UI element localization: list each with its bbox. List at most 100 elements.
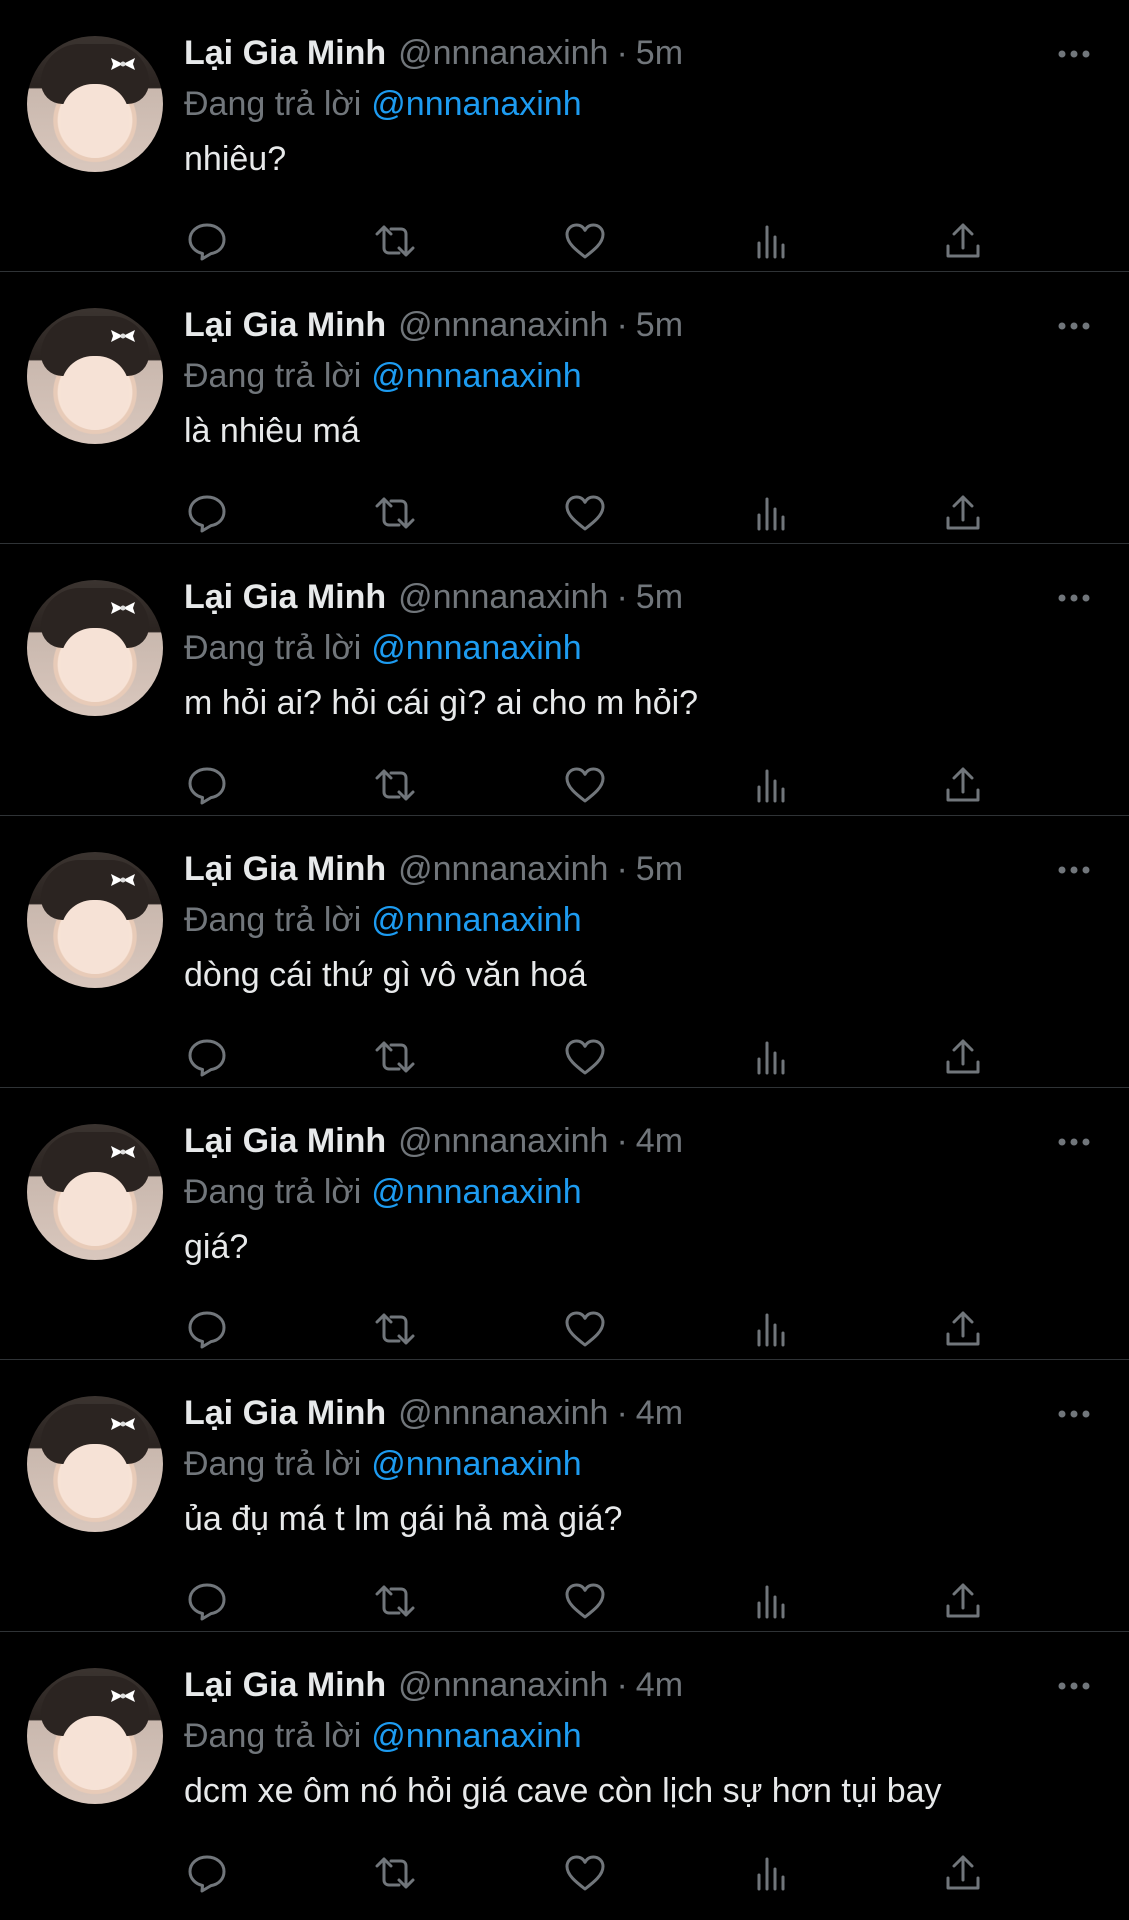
views-button[interactable] (750, 1306, 796, 1352)
retweet-button[interactable] (372, 1306, 418, 1352)
timestamp[interactable]: 4m (636, 1666, 683, 1705)
reply-button[interactable] (184, 1034, 230, 1080)
share-button[interactable] (940, 1578, 986, 1624)
tweet-text: dòng cái thứ gì vô văn hoá (184, 956, 587, 994)
more-horizontal-icon[interactable] (1057, 1136, 1091, 1148)
user-handle[interactable]: @nnnanaxinh (398, 1394, 608, 1433)
tweet-header: Lại Gia Minh @nnnanaxinh · 4m (184, 1122, 1099, 1170)
avatar[interactable] (27, 36, 163, 172)
avatar[interactable] (27, 852, 163, 988)
like-button[interactable] (562, 1578, 608, 1624)
tweet-card[interactable]: Lại Gia Minh @nnnanaxinh · 4m Đang trả l… (0, 1632, 1129, 1904)
more-horizontal-icon[interactable] (1057, 864, 1091, 876)
timestamp[interactable]: 5m (636, 34, 683, 73)
share-icon (946, 1311, 980, 1346)
avatar-face (61, 1172, 129, 1246)
like-button[interactable] (562, 1306, 608, 1352)
timestamp[interactable]: 4m (636, 1122, 683, 1161)
avatar-face (61, 1444, 129, 1518)
share-button[interactable] (940, 218, 986, 264)
views-button[interactable] (750, 1578, 796, 1624)
views-button[interactable] (750, 218, 796, 264)
header-separator: · (616, 34, 628, 72)
timestamp[interactable]: 5m (636, 850, 683, 889)
tweet-card[interactable]: Lại Gia Minh @nnnanaxinh · 5m Đang trả l… (0, 272, 1129, 544)
timestamp[interactable]: 5m (636, 306, 683, 345)
reply-icon (188, 1311, 226, 1349)
reply-mention-link[interactable]: @nnnanaxinh (371, 1717, 581, 1755)
reply-button[interactable] (184, 1850, 230, 1896)
tweet-card[interactable]: Lại Gia Minh @nnnanaxinh · 5m Đang trả l… (0, 816, 1129, 1088)
more-horizontal-icon[interactable] (1057, 1680, 1091, 1692)
display-name[interactable]: Lại Gia Minh (184, 850, 386, 889)
reply-mention-link[interactable]: @nnnanaxinh (371, 357, 581, 395)
display-name[interactable]: Lại Gia Minh (184, 34, 386, 73)
user-handle[interactable]: @nnnanaxinh (398, 34, 608, 73)
reply-button[interactable] (184, 1578, 230, 1624)
retweet-button[interactable] (372, 762, 418, 808)
like-button[interactable] (562, 218, 608, 264)
more-horizontal-icon[interactable] (1057, 48, 1091, 60)
display-name[interactable]: Lại Gia Minh (184, 1666, 386, 1705)
avatar[interactable] (27, 1124, 163, 1260)
retweet-button[interactable] (372, 218, 418, 264)
avatar[interactable] (27, 1396, 163, 1532)
more-horizontal-icon[interactable] (1057, 592, 1091, 604)
tweet-actions (184, 1306, 1004, 1352)
display-name[interactable]: Lại Gia Minh (184, 1394, 386, 1433)
reply-mention-link[interactable]: @nnnanaxinh (371, 1173, 581, 1211)
like-button[interactable] (562, 1850, 608, 1896)
user-handle[interactable]: @nnnanaxinh (398, 1666, 608, 1705)
display-name[interactable]: Lại Gia Minh (184, 1122, 386, 1161)
share-button[interactable] (940, 762, 986, 808)
tweet-text: ủa đụ má t lm gái hả mà giá? (184, 1500, 623, 1538)
tweet-card[interactable]: Lại Gia Minh @nnnanaxinh · 5m Đang trả l… (0, 0, 1129, 272)
more-horizontal-icon[interactable] (1057, 320, 1091, 332)
replying-to: Đang trả lời @nnnanaxinh (184, 82, 1099, 126)
reply-mention-link[interactable]: @nnnanaxinh (371, 629, 581, 667)
reply-button[interactable] (184, 218, 230, 264)
reply-button[interactable] (184, 762, 230, 808)
timestamp[interactable]: 5m (636, 578, 683, 617)
share-button[interactable] (940, 1034, 986, 1080)
like-button[interactable] (562, 762, 608, 808)
avatar[interactable] (27, 308, 163, 444)
views-button[interactable] (750, 490, 796, 536)
reply-button[interactable] (184, 1306, 230, 1352)
reply-button[interactable] (184, 490, 230, 536)
reply-mention-link[interactable]: @nnnanaxinh (371, 901, 581, 939)
user-handle[interactable]: @nnnanaxinh (398, 850, 608, 889)
avatar[interactable] (27, 580, 163, 716)
retweet-button[interactable] (372, 1034, 418, 1080)
bow-icon (111, 1146, 135, 1158)
more-horizontal-icon[interactable] (1057, 1408, 1091, 1420)
header-separator: · (616, 306, 628, 344)
user-handle[interactable]: @nnnanaxinh (398, 1122, 608, 1161)
like-button[interactable] (562, 1034, 608, 1080)
retweet-button[interactable] (372, 1850, 418, 1896)
user-handle[interactable]: @nnnanaxinh (398, 306, 608, 345)
tweet-card[interactable]: Lại Gia Minh @nnnanaxinh · 4m Đang trả l… (0, 1360, 1129, 1632)
retweet-icon (375, 769, 415, 801)
share-button[interactable] (940, 1306, 986, 1352)
reply-mention-link[interactable]: @nnnanaxinh (371, 1445, 581, 1483)
tweet-header: Lại Gia Minh @nnnanaxinh · 5m (184, 34, 1099, 82)
like-button[interactable] (562, 490, 608, 536)
views-button[interactable] (750, 1850, 796, 1896)
user-handle[interactable]: @nnnanaxinh (398, 578, 608, 617)
display-name[interactable]: Lại Gia Minh (184, 306, 386, 345)
tweet-card[interactable]: Lại Gia Minh @nnnanaxinh · 5m Đang trả l… (0, 544, 1129, 816)
tweet-card[interactable]: Lại Gia Minh @nnnanaxinh · 4m Đang trả l… (0, 1088, 1129, 1360)
avatar-face (61, 84, 129, 158)
heart-icon (565, 223, 605, 259)
share-button[interactable] (940, 1850, 986, 1896)
avatar[interactable] (27, 1668, 163, 1804)
retweet-button[interactable] (372, 490, 418, 536)
views-button[interactable] (750, 762, 796, 808)
display-name[interactable]: Lại Gia Minh (184, 578, 386, 617)
retweet-button[interactable] (372, 1578, 418, 1624)
views-button[interactable] (750, 1034, 796, 1080)
share-button[interactable] (940, 490, 986, 536)
reply-mention-link[interactable]: @nnnanaxinh (371, 85, 581, 123)
timestamp[interactable]: 4m (636, 1394, 683, 1433)
